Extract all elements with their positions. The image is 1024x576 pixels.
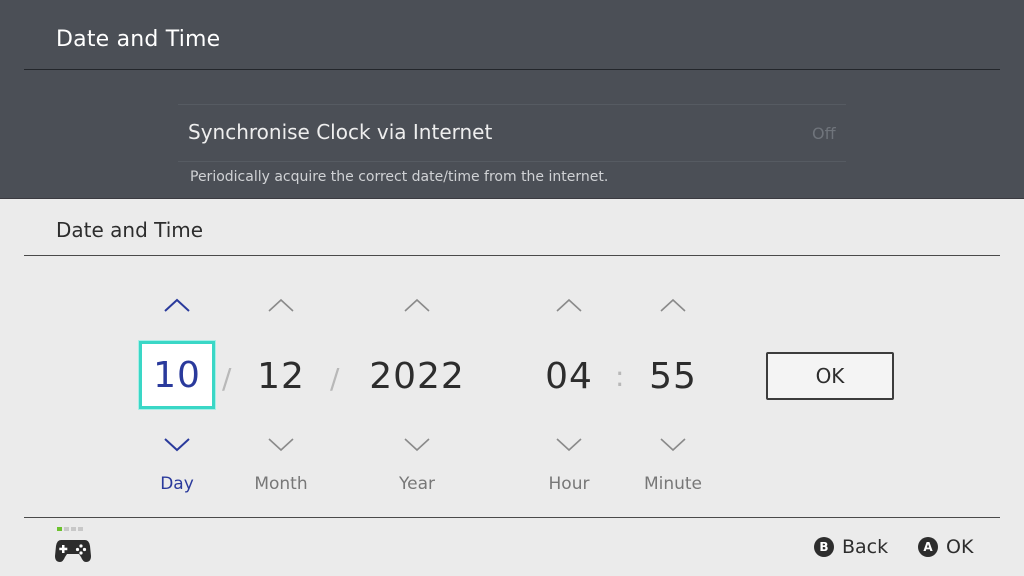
background-page-title: Date and Time bbox=[56, 27, 221, 52]
background-settings-screen: Date and Time Synchronise Clock via Inte… bbox=[0, 0, 1024, 198]
month-increment-arrow-icon[interactable] bbox=[265, 296, 297, 316]
minute-increment-arrow-icon[interactable] bbox=[657, 296, 689, 316]
day-value[interactable]: 10 bbox=[139, 341, 215, 409]
day-increment-arrow-icon[interactable] bbox=[161, 296, 193, 316]
confirm-button[interactable]: A OK bbox=[918, 536, 973, 558]
controller-icon bbox=[54, 526, 92, 566]
day-decrement-arrow-icon[interactable] bbox=[161, 434, 193, 454]
sync-clock-label: Synchronise Clock via Internet bbox=[188, 120, 493, 144]
day-label: Day bbox=[160, 474, 194, 494]
year-value[interactable]: 2022 bbox=[369, 340, 465, 412]
sync-clock-description: Periodically acquire the correct date/ti… bbox=[190, 169, 609, 185]
hour-increment-arrow-icon[interactable] bbox=[553, 296, 585, 316]
sync-clock-value: Off bbox=[812, 124, 836, 143]
background-row-divider-bottom bbox=[178, 161, 846, 162]
date-separator: / bbox=[330, 362, 340, 395]
b-button-icon: B bbox=[814, 537, 834, 557]
day-field[interactable]: 10 Day bbox=[117, 290, 237, 500]
hour-label: Hour bbox=[548, 474, 590, 494]
month-decrement-arrow-icon[interactable] bbox=[265, 434, 297, 454]
month-value[interactable]: 12 bbox=[257, 340, 305, 412]
footer-divider bbox=[24, 517, 1000, 518]
back-button[interactable]: B Back bbox=[814, 536, 888, 558]
minute-decrement-arrow-icon[interactable] bbox=[657, 434, 689, 454]
confirm-label: OK bbox=[946, 536, 974, 558]
a-button-icon: A bbox=[918, 537, 938, 557]
hour-value[interactable]: 04 bbox=[545, 340, 593, 412]
year-decrement-arrow-icon[interactable] bbox=[401, 434, 433, 454]
month-field[interactable]: 12 Month bbox=[221, 290, 341, 500]
dialog-title-divider bbox=[24, 255, 1000, 256]
minute-label: Minute bbox=[643, 474, 703, 494]
minute-field[interactable]: 55 Minute bbox=[613, 290, 733, 500]
hour-decrement-arrow-icon[interactable] bbox=[553, 434, 585, 454]
hour-field[interactable]: 04 Hour bbox=[509, 290, 629, 500]
year-field[interactable]: 2022 Year bbox=[357, 290, 477, 500]
ok-button[interactable]: OK bbox=[766, 352, 894, 400]
minute-value[interactable]: 55 bbox=[649, 340, 697, 412]
year-label: Year bbox=[399, 474, 435, 494]
month-label: Month bbox=[254, 474, 308, 494]
year-increment-arrow-icon[interactable] bbox=[401, 296, 433, 316]
back-label: Back bbox=[842, 536, 889, 558]
dialog-title: Date and Time bbox=[56, 218, 204, 242]
background-title-divider bbox=[24, 69, 1000, 70]
background-row-divider-top bbox=[178, 104, 846, 105]
